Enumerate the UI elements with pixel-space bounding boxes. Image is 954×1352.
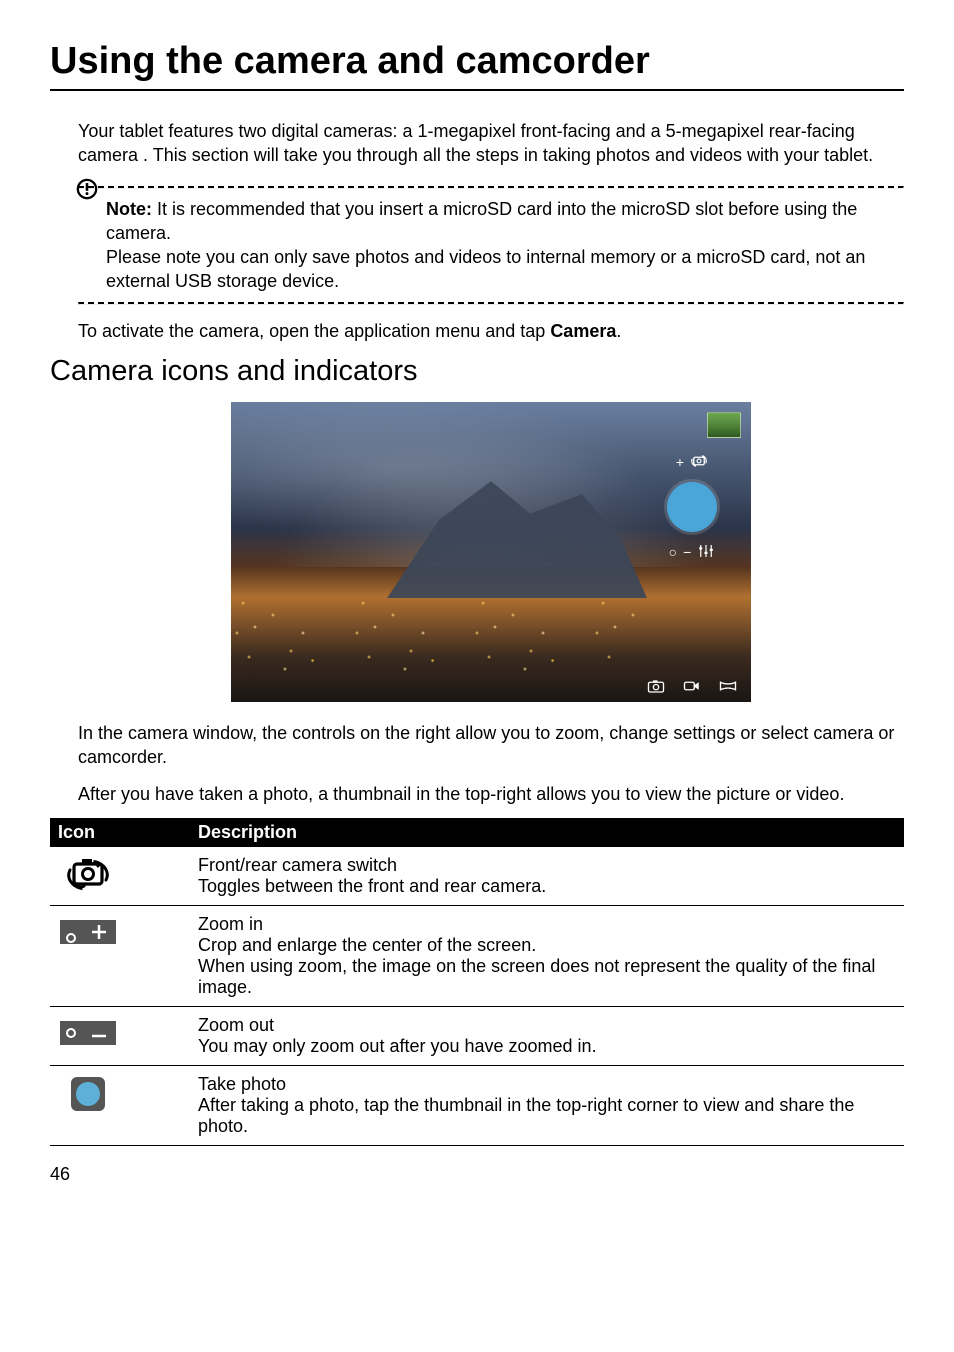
activate-paragraph: To activate the camera, open the applica… bbox=[78, 319, 904, 343]
plus-icon: + bbox=[676, 455, 684, 469]
page-number: 46 bbox=[50, 1164, 904, 1185]
zoom-out-button[interactable]: ○ − bbox=[669, 542, 716, 562]
dashed-divider bbox=[78, 302, 904, 305]
row-desc: After taking a photo, tap the thumbnail … bbox=[198, 1095, 854, 1136]
note-label: Note: bbox=[106, 199, 152, 219]
row-desc: Crop and enlarge the center of the scree… bbox=[198, 935, 875, 997]
section-title: Camera icons and indicators bbox=[50, 355, 904, 388]
icon-description-table: Icon Description Front/rear camera switc… bbox=[50, 818, 904, 1146]
table-row: Front/rear camera switch Toggles between… bbox=[50, 847, 904, 906]
circle-icon: ○ bbox=[669, 545, 677, 559]
zoom-in-button[interactable]: + bbox=[676, 452, 708, 472]
page-title: Using the camera and camcorder bbox=[50, 40, 904, 91]
activate-suffix: . bbox=[616, 321, 621, 341]
row-title: Take photo bbox=[198, 1074, 896, 1095]
camera-window-paragraph: In the camera window, the controls on th… bbox=[78, 721, 904, 770]
row-title: Zoom out bbox=[198, 1015, 896, 1036]
panorama-mode-icon[interactable] bbox=[719, 678, 737, 694]
camera-mode-icon[interactable] bbox=[647, 678, 665, 694]
activate-bold: Camera bbox=[550, 321, 616, 341]
settings-sliders-icon[interactable] bbox=[697, 542, 715, 562]
after-photo-paragraph: After you have taken a photo, a thumbnai… bbox=[78, 782, 904, 806]
zoom-in-icon bbox=[58, 914, 118, 954]
minus-icon: − bbox=[683, 545, 691, 559]
camera-switch-icon bbox=[58, 855, 118, 895]
table-row: Zoom in Crop and enlarge the center of t… bbox=[50, 905, 904, 1006]
row-title: Zoom in bbox=[198, 914, 896, 935]
table-row: Zoom out You may only zoom out after you… bbox=[50, 1006, 904, 1065]
table-row: Take photo After taking a photo, tap the… bbox=[50, 1065, 904, 1145]
activate-prefix: To activate the camera, open the applica… bbox=[78, 321, 550, 341]
take-photo-icon bbox=[58, 1074, 118, 1114]
camera-screenshot: + ○ − bbox=[78, 402, 904, 707]
note-line2: Please note you can only save photos and… bbox=[106, 245, 904, 294]
table-header-icon: Icon bbox=[50, 818, 190, 847]
video-mode-icon[interactable] bbox=[683, 678, 701, 694]
camera-switch-icon[interactable] bbox=[690, 452, 708, 472]
note-line1: It is recommended that you insert a micr… bbox=[106, 199, 857, 243]
table-header-description: Description bbox=[190, 818, 904, 847]
note-box: Note: It is recommended that you insert … bbox=[78, 186, 904, 305]
row-desc: You may only zoom out after you have zoo… bbox=[198, 1036, 597, 1056]
row-desc: Toggles between the front and rear camer… bbox=[198, 876, 546, 896]
exclamation-icon bbox=[76, 178, 98, 200]
shutter-button[interactable] bbox=[667, 482, 717, 532]
row-title: Front/rear camera switch bbox=[198, 855, 896, 876]
zoom-out-icon bbox=[58, 1015, 118, 1055]
last-photo-thumbnail[interactable] bbox=[707, 412, 741, 438]
intro-paragraph: Your tablet features two digital cameras… bbox=[78, 119, 904, 168]
